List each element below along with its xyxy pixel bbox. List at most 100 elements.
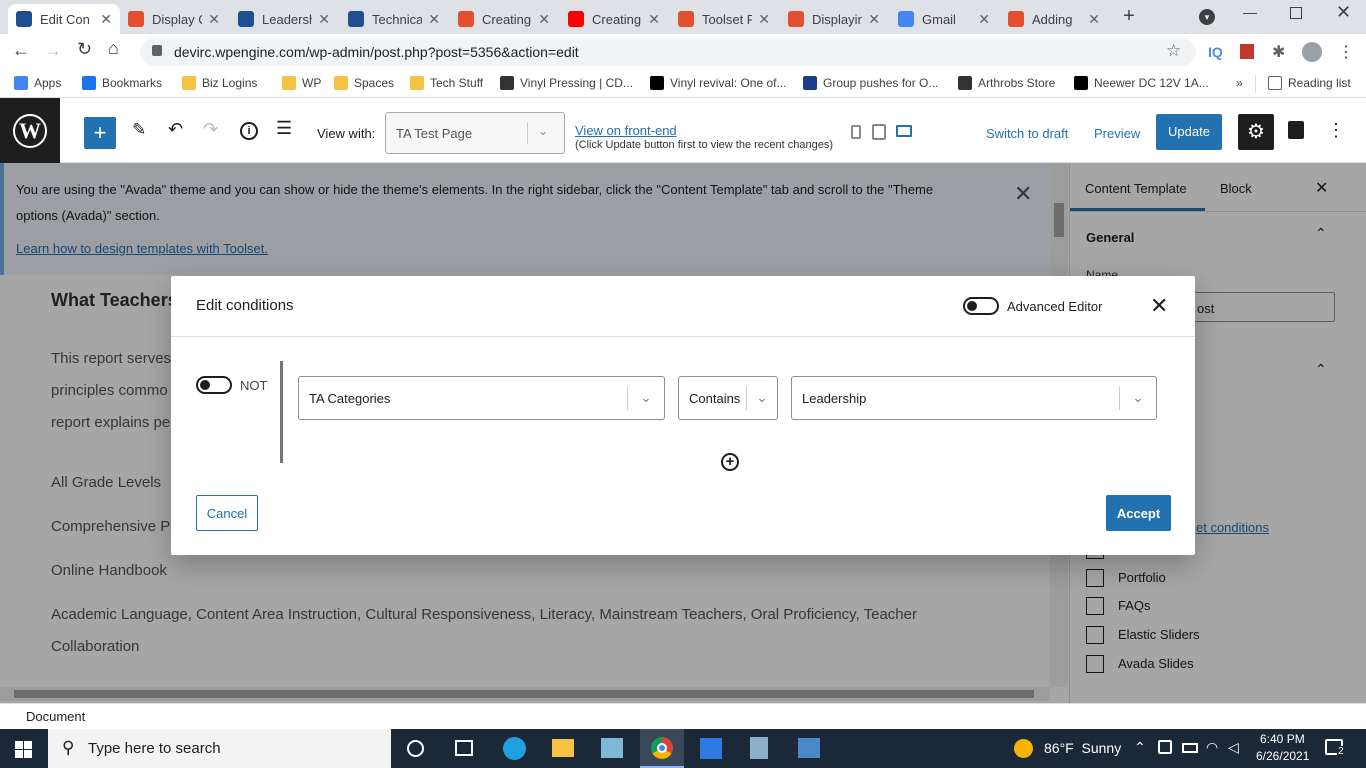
browser-tab[interactable]: Creating ✕: [450, 4, 558, 34]
tab-close-icon[interactable]: ✕: [1088, 11, 1100, 28]
restore-window-button[interactable]: [1290, 7, 1302, 19]
view-with-label: View with:: [317, 126, 376, 141]
cancel-button[interactable]: Cancel: [196, 495, 258, 531]
more-options-icon[interactable]: ⋮: [1327, 120, 1345, 141]
tab-search-icon[interactable]: ▾: [1199, 9, 1215, 25]
iq-extension-icon[interactable]: IQ: [1208, 44, 1223, 60]
bookmark-item[interactable]: Apps: [14, 76, 61, 90]
edit-pencil-icon[interactable]: ✎: [132, 120, 146, 140]
preview-button[interactable]: Preview: [1094, 126, 1140, 141]
new-tab-button[interactable]: +: [1118, 6, 1140, 28]
info-icon[interactable]: i: [240, 122, 258, 140]
desktop-preview-icon[interactable]: [896, 125, 912, 137]
add-condition-plus-icon[interactable]: +: [721, 453, 739, 471]
bookmark-item[interactable]: Tech Stuff: [410, 76, 483, 90]
meet-now-icon[interactable]: [1158, 740, 1172, 754]
not-toggle[interactable]: [196, 376, 232, 394]
browser-menu-icon[interactable]: ⋮: [1338, 42, 1354, 62]
volume-icon[interactable]: ◁: [1228, 739, 1239, 756]
condition-operator-select[interactable]: Contains ⌄: [678, 376, 778, 420]
undo-icon[interactable]: ↶: [168, 119, 183, 140]
browser-tab[interactable]: Technica ✕: [340, 4, 448, 34]
edge-icon[interactable]: [503, 737, 526, 760]
view-with-select[interactable]: TA Test Page ⌄: [385, 112, 565, 154]
list-view-icon[interactable]: ☰: [276, 118, 292, 139]
condition-value-select[interactable]: Leadership ⌄: [791, 376, 1157, 420]
image-app-icon[interactable]: [798, 738, 820, 758]
weather-text[interactable]: 86°F Sunny: [1044, 740, 1121, 756]
forward-arrow-icon[interactable]: →: [44, 40, 62, 61]
more-bookmarks-button[interactable]: »: [1236, 76, 1243, 90]
switch-to-draft-button[interactable]: Switch to draft: [986, 126, 1068, 141]
tab-close-icon[interactable]: ✕: [978, 11, 990, 28]
browser-tab[interactable]: Displayin ✕: [780, 4, 888, 34]
extensions-puzzle-icon[interactable]: ✱: [1272, 42, 1285, 62]
battery-icon[interactable]: [1182, 743, 1198, 753]
profile-avatar[interactable]: [1302, 42, 1322, 62]
advanced-editor-toggle[interactable]: [963, 297, 999, 315]
wifi-icon[interactable]: ◠: [1206, 739, 1218, 756]
bookmark-item[interactable]: Spaces: [334, 76, 394, 90]
tab-favicon-icon: [238, 11, 254, 27]
app-icon[interactable]: [601, 738, 623, 758]
reading-list-button[interactable]: Reading list: [1268, 76, 1351, 90]
windows-start-icon[interactable]: [15, 741, 32, 758]
toolset-icon[interactable]: [1288, 121, 1304, 139]
address-bar[interactable]: devirc.wpengine.com/wp-admin/post.php?po…: [140, 38, 1196, 66]
clock-date[interactable]: 6/26/2021: [1256, 749, 1309, 763]
tab-close-icon[interactable]: ✕: [868, 11, 880, 28]
clock-time[interactable]: 6:40 PM: [1260, 732, 1305, 746]
browser-tab[interactable]: Display C ✕: [120, 4, 228, 34]
tab-close-icon[interactable]: ✕: [648, 11, 660, 28]
tab-close-icon[interactable]: ✕: [318, 11, 330, 28]
close-dialog-icon[interactable]: ✕: [1150, 293, 1168, 319]
close-window-button[interactable]: ✕: [1336, 2, 1351, 23]
browser-tab[interactable]: Leadersh ✕: [230, 4, 338, 34]
browser-tab[interactable]: Gmail ✕: [890, 4, 998, 34]
tab-close-icon[interactable]: ✕: [428, 11, 440, 28]
browser-tab[interactable]: Creating ✕: [560, 4, 668, 34]
browser-tab[interactable]: Edit Con ✕: [8, 4, 120, 34]
mobile-preview-icon[interactable]: [851, 125, 861, 139]
calculator-icon[interactable]: [750, 737, 768, 759]
browser-tab[interactable]: Adding ✕: [1000, 4, 1108, 34]
bookmark-item[interactable]: Arthrobs Store: [958, 76, 1055, 90]
wordpress-logo[interactable]: W: [0, 98, 60, 163]
bookmark-item[interactable]: Vinyl Pressing | CD...: [500, 76, 633, 90]
tab-close-icon[interactable]: ✕: [208, 11, 220, 28]
tab-close-icon[interactable]: ✕: [758, 11, 770, 28]
minimize-window-button[interactable]: —: [1243, 4, 1259, 20]
chrome-taskbar-icon[interactable]: [640, 729, 684, 768]
bookmark-item[interactable]: Bookmarks: [82, 76, 162, 90]
settings-gear-icon[interactable]: ⚙: [1238, 114, 1274, 150]
breadcrumb-document[interactable]: Document: [26, 709, 85, 724]
show-hidden-icons-icon[interactable]: ⌃: [1134, 739, 1146, 756]
bookmark-item[interactable]: Group pushes for O...: [803, 76, 938, 90]
bookmark-item[interactable]: WP: [282, 76, 321, 90]
cortana-icon[interactable]: [407, 740, 424, 757]
red-extension-icon[interactable]: [1240, 44, 1254, 59]
redo-icon[interactable]: ↷: [203, 119, 218, 140]
bookmark-item[interactable]: Vinyl revival: One of...: [650, 76, 787, 90]
condition-field-select[interactable]: TA Categories ⌄: [298, 376, 665, 420]
calendar-app-icon[interactable]: [700, 738, 722, 759]
view-with-value: TA Test Page: [396, 126, 473, 141]
tab-close-icon[interactable]: ✕: [100, 11, 112, 28]
update-button[interactable]: Update: [1156, 114, 1222, 150]
reload-icon[interactable]: ↻: [77, 39, 92, 60]
browser-tab[interactable]: Toolset F ✕: [670, 4, 778, 34]
tab-close-icon[interactable]: ✕: [538, 11, 550, 28]
bookmark-item[interactable]: Neewer DC 12V 1A...: [1074, 76, 1209, 90]
taskbar-search-box[interactable]: ⚲ Type here to search: [48, 729, 391, 768]
view-on-frontend-link[interactable]: View on front-end: [575, 123, 677, 138]
accept-button[interactable]: Accept: [1106, 495, 1171, 531]
tablet-preview-icon[interactable]: [872, 124, 886, 140]
bookmark-star-icon[interactable]: ☆: [1166, 41, 1181, 61]
bookmark-item[interactable]: Biz Logins: [182, 76, 257, 90]
back-arrow-icon[interactable]: ←: [12, 40, 30, 61]
weather-sun-icon[interactable]: [1014, 739, 1033, 758]
task-view-icon[interactable]: [455, 740, 473, 756]
file-explorer-icon[interactable]: [552, 739, 574, 757]
home-icon[interactable]: ⌂: [108, 38, 119, 59]
add-block-button[interactable]: +: [84, 117, 116, 149]
